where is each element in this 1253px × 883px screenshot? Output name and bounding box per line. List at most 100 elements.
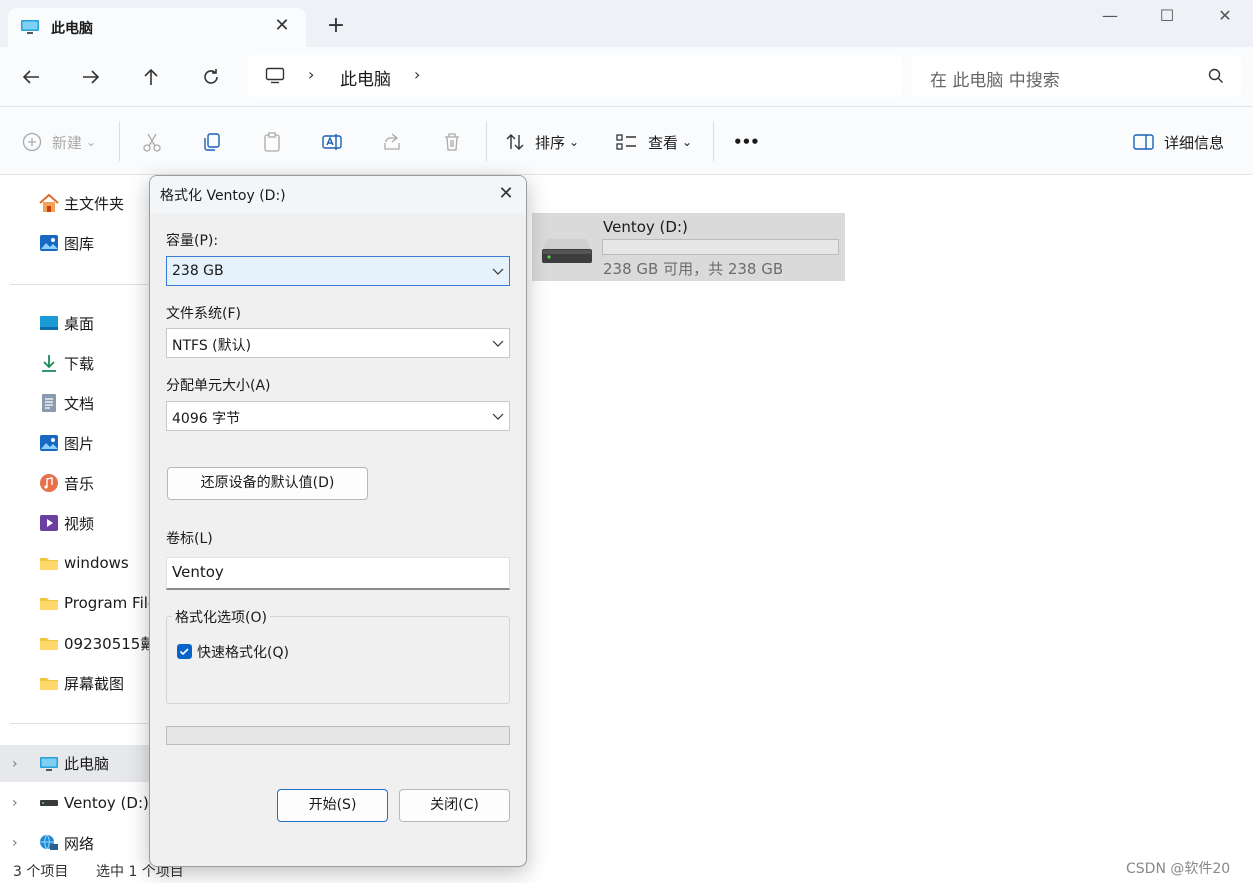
pictures-icon [38,432,60,454]
details-pane-button[interactable]: 详细信息 [1133,131,1224,153]
start-button[interactable]: 开始(S) [277,789,388,822]
more-options-button[interactable]: ••• [733,131,760,153]
breadcrumb-separator[interactable]: › [308,65,314,84]
scissors-icon [143,133,161,152]
checkmark-icon [179,648,189,656]
breadcrumb-this-pc[interactable]: 此电脑 [340,65,391,90]
window-close-button[interactable]: ✕ [1210,5,1240,27]
view-button[interactable]: 查看 ⌄ [616,131,692,153]
gallery-icon [38,232,60,254]
up-button[interactable] [139,65,163,89]
sidebar-item-network[interactable]: › 网络 [0,825,150,861]
folder-icon [38,592,60,614]
minimize-button[interactable]: — [1095,5,1125,27]
cut-button[interactable] [141,131,163,153]
sidebar-item-screenshots[interactable]: 屏幕截图 [0,665,150,701]
sidebar-item-label: 屏幕截图 [64,674,125,693]
dialog-title-bar: 格式化 Ventoy (D:) ✕ [150,176,526,213]
computer-outline-icon [265,67,285,84]
dialog-title: 格式化 Ventoy (D:) [160,188,286,204]
allocation-unit-select[interactable]: 4096 字节 [166,401,510,431]
clipboard-icon [264,132,280,152]
sidebar-item-downloads[interactable]: 下载 [0,345,150,381]
filesystem-select[interactable]: NTFS (默认) [166,328,510,358]
computer-icon [38,753,60,775]
quick-format-label[interactable]: 快速格式化(Q) [197,642,289,662]
sidebar-item-folder-0923[interactable]: 09230515戴 [0,625,150,661]
sidebar-item-label: 图片 [64,434,95,453]
chevron-down-icon: ⌄ [569,135,580,149]
drive-free-space: 238 GB 可用，共 238 GB [603,260,784,278]
delete-button[interactable] [441,131,463,153]
volume-label-label: 卷标(L) [166,531,213,547]
folder-icon [38,552,60,574]
allocation-unit-label: 分配单元大小(A) [166,378,271,394]
sidebar-item-desktop[interactable]: 桌面 [0,305,150,341]
address-bar[interactable]: › 此电脑 › [248,55,902,97]
tab-bar: 此电脑 ✕ + — ☐ ✕ [0,0,1253,47]
sidebar-item-music[interactable]: 音乐 [0,465,150,501]
sidebar-item-videos[interactable]: 视频 [0,505,150,541]
arrow-up-icon [144,68,158,85]
copy-button[interactable] [201,131,223,153]
folder-icon [38,672,60,694]
breadcrumb-separator[interactable]: › [414,65,420,84]
search-box[interactable]: 在 此电脑 中搜索 [912,55,1241,97]
sidebar-item-label: Ventoy (D:) [64,794,149,812]
details-pane-icon [1133,134,1154,150]
sidebar-item-program-files[interactable]: Program Files [0,585,150,621]
forward-button[interactable] [79,65,103,89]
capacity-select[interactable]: 238 GB [166,256,510,286]
volume-label-input[interactable]: Ventoy [166,557,510,590]
download-icon [38,352,60,374]
watermark-text: CSDN @软件20 [1126,861,1231,877]
tab-title: 此电脑 [51,21,93,37]
sidebar-item-documents[interactable]: 文档 [0,385,150,421]
new-tab-button[interactable]: + [326,15,346,37]
paste-button[interactable] [261,131,283,153]
expand-chevron-icon[interactable]: › [12,835,18,851]
maximize-button[interactable]: ☐ [1152,5,1182,27]
restore-defaults-button[interactable]: 还原设备的默认值(D) [167,467,368,500]
view-label: 查看 [648,133,679,152]
share-button[interactable] [381,131,403,153]
dialog-close-icon[interactable]: ✕ [494,182,518,206]
filesystem-label: 文件系统(F) [166,306,241,322]
copy-icon [204,133,220,151]
sidebar-item-label: 音乐 [64,474,95,493]
tab-close-icon[interactable]: ✕ [272,16,292,36]
arrow-left-icon [22,70,39,84]
view-icon [616,134,636,150]
sidebar-item-ventoy[interactable]: › Ventoy (D:) [0,785,150,821]
new-button[interactable]: 新建 ⌄ [22,131,96,153]
sidebar-item-windows[interactable]: windows [0,545,150,581]
capacity-value: 238 GB [172,263,224,279]
plus-circle-icon [22,132,42,152]
sidebar-item-label: 下载 [64,354,95,373]
arrow-right-icon [83,70,100,84]
expand-chevron-icon[interactable]: › [12,756,18,772]
music-icon [38,472,60,494]
sidebar-item-label: 文档 [64,394,95,413]
sidebar-item-home[interactable]: 主文件夹 [0,185,150,221]
format-options-label: 格式化选项(O) [172,607,270,627]
back-button[interactable] [19,65,43,89]
expand-chevron-icon[interactable]: › [12,795,18,811]
sidebar-item-this-pc[interactable]: › 此电脑 [0,745,150,782]
sidebar-item-pictures[interactable]: 图片 [0,425,150,461]
drive-tile-ventoy[interactable]: Ventoy (D:) 238 GB 可用，共 238 GB [532,213,845,281]
sidebar-item-label: Program Files [64,594,150,612]
sidebar-item-label: 此电脑 [64,755,110,773]
trash-icon [445,133,459,151]
share-icon [384,133,400,150]
quick-format-checkbox[interactable] [177,644,192,659]
new-label: 新建 [52,133,83,152]
rename-button[interactable] [321,131,343,153]
sidebar-item-gallery[interactable]: 图库 [0,225,150,261]
close-button[interactable]: 关闭(C) [399,789,510,822]
refresh-button[interactable] [199,65,223,89]
navigation-pane: 主文件夹 图库 桌面 下载 文档 图片 音乐 视频 windows Progra… [0,175,150,858]
tab-this-pc[interactable]: 此电脑 ✕ [8,8,306,47]
sort-button[interactable]: 排序 ⌄ [505,131,579,153]
divider [713,121,714,161]
